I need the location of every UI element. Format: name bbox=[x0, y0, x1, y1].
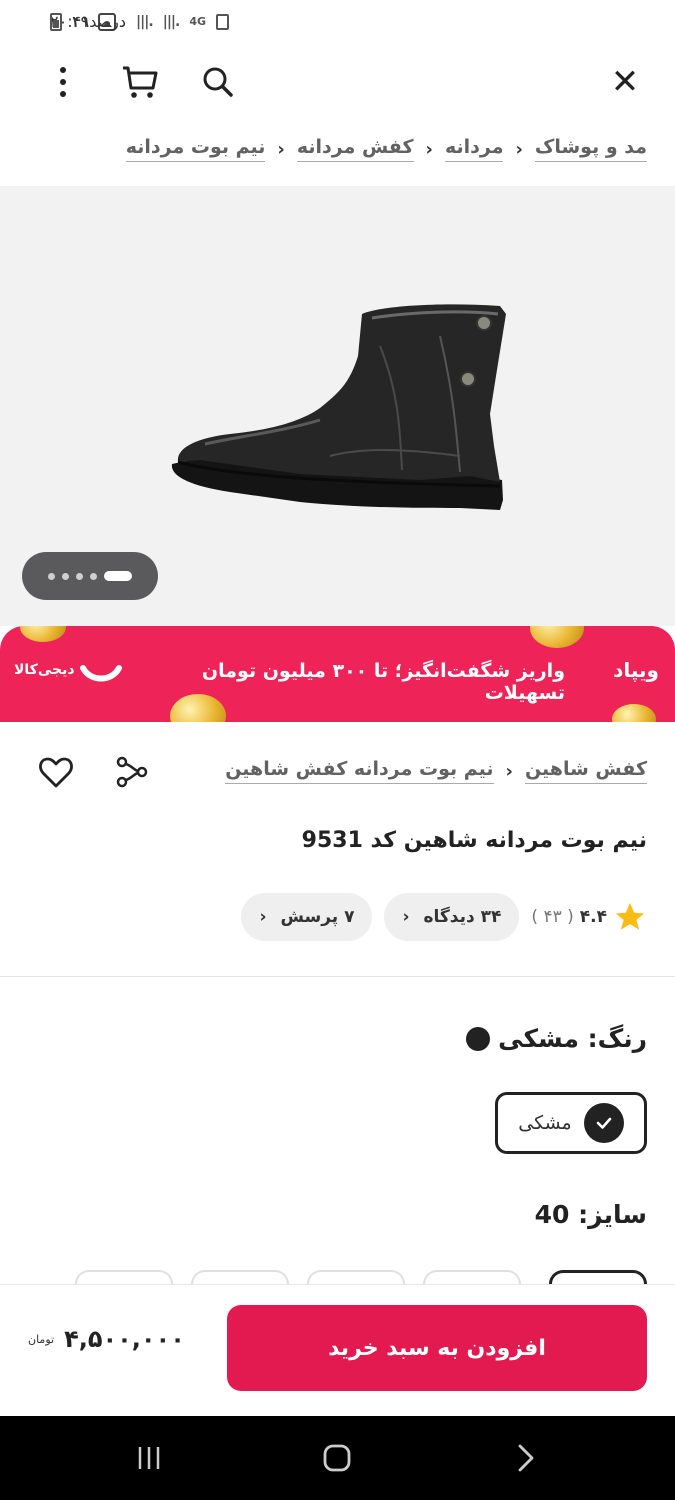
pager-dot[interactable] bbox=[48, 572, 55, 580]
more-button[interactable] bbox=[41, 60, 85, 104]
recent-apps-button[interactable] bbox=[124, 1438, 174, 1478]
color-option-label: مشکی bbox=[518, 1112, 572, 1134]
breadcrumb-item-men[interactable]: مردانه bbox=[444, 136, 504, 162]
battery-level: ۴۹درصد bbox=[72, 12, 127, 31]
banner-text: واریز شگفت‌انگیز؛ تا ۳۰۰ میلیون تومان تس… bbox=[201, 660, 565, 704]
coin-decoration bbox=[530, 626, 584, 648]
gallery-pager[interactable] bbox=[22, 552, 158, 600]
brand-breadcrumb: کفش شاهین ‹ نیم بوت مردانه کفش شاهین bbox=[225, 758, 647, 784]
signal-icon: |||. bbox=[136, 13, 154, 30]
chevron-left-icon: ‹ bbox=[425, 138, 433, 160]
search-button[interactable] bbox=[196, 60, 240, 104]
share-button[interactable] bbox=[112, 752, 152, 792]
price-currency: تومان bbox=[28, 1332, 55, 1346]
product-title: نیم بوت مردانه شاهین کد 9531 bbox=[301, 828, 647, 853]
share-icon bbox=[116, 756, 148, 788]
breadcrumb-item-fashion[interactable]: مد و پوشاک bbox=[534, 136, 647, 162]
rating: ۴.۴ ( ۴۳ ) bbox=[531, 900, 647, 934]
chevron-right-icon bbox=[518, 1444, 534, 1472]
smile-logo-icon bbox=[80, 665, 122, 682]
divider bbox=[0, 976, 675, 977]
battery-icon bbox=[50, 12, 62, 31]
star-icon bbox=[615, 902, 645, 930]
chevron-left-icon: ‹ bbox=[505, 760, 513, 782]
system-nav-bar bbox=[0, 1416, 675, 1500]
questions-label: ۷ پرسش bbox=[280, 907, 355, 927]
purchase-bar: افزودن به سبد خرید ۴,۵۰۰,۰۰۰ تومان bbox=[0, 1284, 675, 1416]
pager-dot[interactable] bbox=[62, 572, 69, 580]
search-icon bbox=[203, 67, 233, 97]
status-right: ۴۹درصد |||. |||. 4G bbox=[50, 12, 230, 31]
chevron-left-icon: ‹ bbox=[259, 907, 267, 927]
size-label: سایز: 40 bbox=[534, 1200, 647, 1229]
price: ۴,۵۰۰,۰۰۰ تومان bbox=[28, 1325, 185, 1353]
questions-button[interactable]: ۷ پرسش ‹ bbox=[241, 893, 373, 941]
color-option-black[interactable]: مشکی bbox=[495, 1092, 647, 1154]
coin-decoration bbox=[612, 704, 656, 722]
coin-decoration bbox=[20, 626, 66, 642]
banner-brand: ویپاد bbox=[613, 658, 659, 682]
close-button[interactable]: ✕ bbox=[603, 60, 647, 104]
network-type: 4G bbox=[189, 14, 207, 28]
cart-icon bbox=[123, 66, 158, 98]
promo-banner[interactable]: ویپاد واریز شگفت‌انگیز؛ تا ۳۰۰ میلیون تو… bbox=[0, 626, 675, 722]
add-to-cart-button[interactable]: افزودن به سبد خرید bbox=[227, 1305, 647, 1391]
home-icon bbox=[323, 1444, 351, 1472]
color-swatch bbox=[466, 1026, 491, 1051]
chevron-left-icon: ‹ bbox=[402, 907, 410, 927]
favorite-button[interactable] bbox=[36, 752, 76, 792]
back-button[interactable] bbox=[500, 1438, 550, 1478]
reviews-label: ۳۴ دیدگاه bbox=[423, 907, 502, 927]
home-button[interactable] bbox=[312, 1438, 362, 1478]
heart-icon bbox=[39, 757, 73, 788]
brand-link[interactable]: کفش شاهین bbox=[524, 758, 647, 784]
rating-count: ( ۴۳ ) bbox=[531, 907, 574, 927]
chevron-left-icon: ‹ bbox=[277, 138, 285, 160]
breadcrumb: مد و پوشاک ‹ مردانه ‹ کفش مردانه ‹ نیم ب… bbox=[125, 136, 647, 162]
breadcrumb-item-men-boots[interactable]: نیم بوت مردانه bbox=[125, 136, 266, 162]
color-label: رنگ: مشکی bbox=[466, 1024, 647, 1053]
check-icon bbox=[583, 1103, 624, 1143]
pager-dot[interactable] bbox=[76, 572, 83, 580]
rating-value: ۴.۴ bbox=[579, 907, 607, 927]
breadcrumb-item-men-shoes[interactable]: کفش مردانه bbox=[296, 136, 414, 162]
more-vertical-icon bbox=[60, 67, 66, 97]
pager-dot[interactable] bbox=[90, 572, 97, 580]
reviews-button[interactable]: ۳۴ دیدگاه ‹ bbox=[384, 893, 520, 941]
recent-apps-icon bbox=[138, 1447, 160, 1469]
banner-logo-text: دیجی‌کالا bbox=[14, 662, 75, 678]
signal-icon-2: |||. bbox=[162, 13, 181, 30]
sim-icon bbox=[216, 13, 230, 30]
price-value: ۴,۵۰۰,۰۰۰ bbox=[64, 1325, 185, 1353]
chevron-left-icon: ‹ bbox=[515, 138, 523, 160]
color-label-text: رنگ: مشکی bbox=[498, 1024, 647, 1053]
close-icon: ✕ bbox=[610, 62, 640, 102]
status-bar: ۲۰:۴۱ ۴۹درصد |||. |||. 4G bbox=[0, 0, 675, 50]
top-bar: ✕ bbox=[0, 50, 675, 114]
brand-category-link[interactable]: نیم بوت مردانه کفش شاهین bbox=[225, 758, 494, 784]
product-meta: ۴.۴ ( ۴۳ ) ۳۴ دیدگاه ‹ ۷ پرسش ‹ bbox=[241, 893, 647, 941]
cart-button[interactable] bbox=[118, 60, 162, 104]
pager-dot-active[interactable] bbox=[104, 571, 132, 581]
